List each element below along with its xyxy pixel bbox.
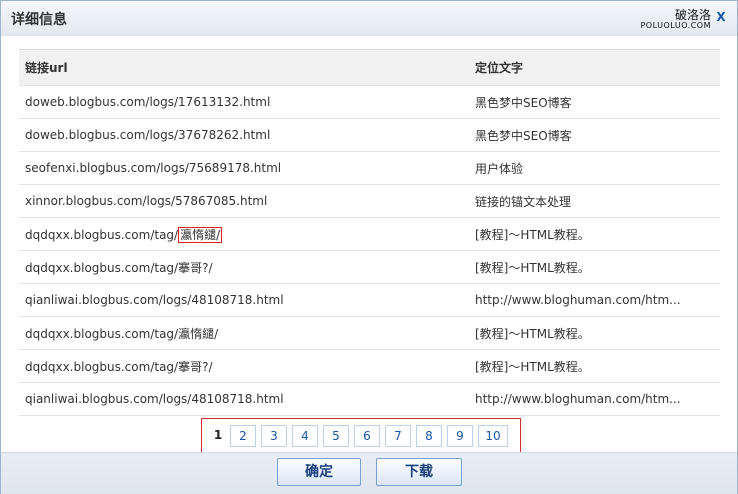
cell-anchor: 链接的锚文本处理 [469,184,720,218]
column-header-url: 链接url [19,49,469,86]
cell-url: dqdqxx.blogbus.com/tag/瀛惰繾/ [19,217,469,251]
site-watermark: 破洛洛 POLUOLUO.COM [640,9,711,31]
cell-anchor: 黑色梦中SEO博客 [469,118,720,152]
confirm-button[interactable]: 确定 [277,458,361,486]
cell-url: qianliwai.blogbus.com/logs/48108718.html [19,382,469,416]
column-header-anchor: 定位文字 [469,49,720,86]
page-link-3[interactable]: 3 [261,425,287,447]
dialog-title: 详细信息 [11,12,67,28]
table-row: seofenxi.blogbus.com/logs/75689178.html … [19,151,720,185]
cell-url: seofenxi.blogbus.com/logs/75689178.html [19,151,469,185]
table-row: dqdqxx.blogbus.com/tag/瀛惰繾/ [教程]～HTML教程。 [19,316,720,350]
table-header-row: 链接url 定位文字 [19,49,720,86]
cell-url: xinnor.blogbus.com/logs/57867085.html [19,184,469,218]
page-link-4[interactable]: 4 [292,425,318,447]
dialog-footer: 确定 下载 [1,452,737,494]
table-row: qianliwai.blogbus.com/logs/48108718.html… [19,283,720,317]
cell-url: doweb.blogbus.com/logs/37678262.html [19,118,469,152]
page-link-9[interactable]: 9 [447,425,473,447]
links-table-container: 链接url 定位文字 doweb.blogbus.com/logs/176131… [19,49,720,416]
page-link-2[interactable]: 2 [230,425,256,447]
pagination: 1 2 3 4 5 6 7 8 9 10 [201,418,521,454]
details-dialog: 详细信息 破洛洛 POLUOLUO.COM X 链接url 定位文字 doweb… [0,0,738,494]
cell-anchor: [教程]～HTML教程。 [469,217,720,251]
watermark-text: 破洛洛 [674,8,711,22]
page-link-6[interactable]: 6 [354,425,380,447]
download-button[interactable]: 下载 [376,458,462,486]
table-row: doweb.blogbus.com/logs/17613132.html 黑色梦… [19,85,720,119]
dialog-titlebar: 详细信息 破洛洛 POLUOLUO.COM X [1,1,737,36]
table-row: dqdqxx.blogbus.com/tag/搴哥?/ [教程]～HTML教程。 [19,349,720,383]
page-link-7[interactable]: 7 [385,425,411,447]
cell-anchor: 黑色梦中SEO博客 [469,85,720,119]
table-row: xinnor.blogbus.com/logs/57867085.html 链接… [19,184,720,218]
page-current: 1 [213,428,223,442]
page-link-8[interactable]: 8 [416,425,442,447]
cell-url: dqdqxx.blogbus.com/tag/搴哥?/ [19,349,469,383]
url-prefix: dqdqxx.blogbus.com/tag/ [25,227,179,242]
cell-url: qianliwai.blogbus.com/logs/48108718.html [19,283,469,317]
table-row: doweb.blogbus.com/logs/37678262.html 黑色梦… [19,118,720,152]
page-link-10[interactable]: 10 [478,425,508,447]
cell-anchor: http://www.bloghuman.com/htm... [469,382,720,416]
watermark-subtext: POLUOLUO.COM [640,21,711,30]
close-icon[interactable]: X [713,9,729,25]
cell-url: doweb.blogbus.com/logs/17613132.html [19,85,469,119]
links-table: 链接url 定位文字 doweb.blogbus.com/logs/176131… [19,49,720,416]
cell-anchor: 用户体验 [469,151,720,185]
cell-anchor: http://www.bloghuman.com/htm... [469,283,720,317]
table-row: dqdqxx.blogbus.com/tag/搴哥?/ [教程]～HTML教程。 [19,250,720,284]
table-row: qianliwai.blogbus.com/logs/48108718.html… [19,382,720,416]
cell-url: dqdqxx.blogbus.com/tag/搴哥?/ [19,250,469,284]
cell-anchor: [教程]～HTML教程。 [469,316,720,350]
cell-url: dqdqxx.blogbus.com/tag/瀛惰繾/ [19,316,469,350]
table-row: dqdqxx.blogbus.com/tag/瀛惰繾/ [教程]～HTML教程。 [19,217,720,251]
cell-anchor: [教程]～HTML教程。 [469,349,720,383]
page-link-5[interactable]: 5 [323,425,349,447]
cell-anchor: [教程]～HTML教程。 [469,250,720,284]
highlighted-url-segment: 瀛惰繾/ [178,226,223,243]
